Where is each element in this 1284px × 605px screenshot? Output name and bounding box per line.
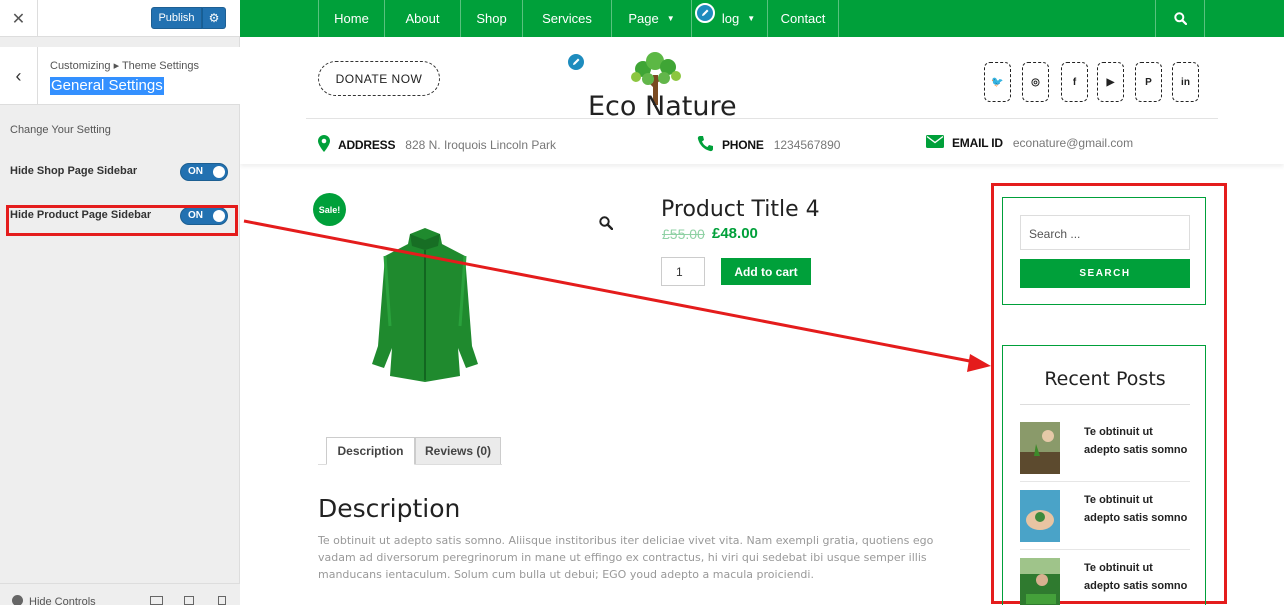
post-title: Te obtinuit ut adepto satis somno	[1084, 559, 1194, 595]
nav-label: Page	[628, 11, 659, 26]
gear-icon[interactable]: ⚙	[202, 7, 226, 29]
nav-item-page[interactable]: Page ▼	[611, 0, 691, 37]
hide-controls-label: Hide Controls	[29, 596, 96, 605]
product-image[interactable]	[370, 226, 480, 386]
address-value: 828 N. Iroquois Lincoln Park	[405, 138, 557, 152]
post-title-line: Te obtinuit ut	[1084, 426, 1153, 438]
main-navigation: Home About Shop Services Page ▼ log ▼ Cont…	[240, 0, 1284, 37]
nav-label: Home	[334, 11, 369, 26]
twitter-icon[interactable]: 🐦	[984, 62, 1011, 102]
pinterest-icon[interactable]: P	[1135, 62, 1162, 102]
nav-item-shop[interactable]: Shop	[460, 0, 522, 37]
post-title-line: adepto satis somno	[1084, 444, 1188, 456]
post-thumbnail	[1020, 558, 1060, 605]
site-logo[interactable]: Eco Nature	[588, 47, 788, 122]
list-item[interactable]: Te obtinuit ut adepto satis somno	[1020, 414, 1190, 482]
map-pin-icon	[318, 135, 330, 155]
linkedin-icon[interactable]: in	[1172, 62, 1199, 102]
description-text: Te obtinuit ut adepto satis somno. Aliis…	[318, 534, 934, 581]
post-title-line: Te obtinuit ut	[1084, 562, 1153, 574]
phone-label: PHONE	[722, 138, 764, 152]
list-item[interactable]: Te obtinuit ut adepto satis somno	[1020, 550, 1190, 605]
nav-label: About	[405, 11, 440, 26]
youtube-icon[interactable]: ▶	[1097, 62, 1124, 102]
nav-item-services[interactable]: Services	[522, 0, 611, 37]
price-old: £55.00	[662, 226, 705, 242]
tab-reviews[interactable]: Reviews (0)	[415, 437, 501, 465]
post-title: Te obtinuit ut adepto satis somno	[1084, 423, 1194, 459]
quantity-input[interactable]: 1	[661, 257, 705, 286]
search-input[interactable]: Search ...	[1020, 215, 1190, 250]
divider	[1020, 404, 1190, 405]
site-preview: Home About Shop Services Page ▼ log ▼ Cont…	[240, 0, 1284, 605]
list-item[interactable]: Te obtinuit ut adepto satis somno	[1020, 482, 1190, 550]
nav-label: log	[721, 11, 740, 26]
edit-shortcut-icon[interactable]	[695, 3, 715, 23]
toggle-state: ON	[188, 166, 203, 177]
collapse-icon	[12, 595, 23, 605]
breadcrumb: Customizing ▸ Theme Settings	[50, 60, 199, 72]
instagram-icon[interactable]: ◎	[1022, 62, 1049, 102]
search-icon[interactable]	[1155, 0, 1205, 37]
nav-label: Shop	[476, 11, 507, 26]
donate-button[interactable]: DONATE NOW	[318, 61, 440, 96]
toggle-knob	[213, 166, 225, 178]
chevron-down-icon: ▼	[747, 14, 756, 23]
hide-controls-button[interactable]: Hide Controls	[12, 595, 96, 605]
publish-button[interactable]: Publish	[151, 7, 202, 29]
phone-icon	[697, 135, 714, 155]
description-heading: Description	[318, 494, 461, 523]
facebook-icon[interactable]: f	[1061, 62, 1088, 102]
recent-posts-title: Recent Posts	[1044, 368, 1166, 390]
chevron-left-icon[interactable]: ‹	[0, 47, 38, 105]
email-label: EMAIL ID	[952, 136, 1003, 150]
section-header: ‹ Customizing ▸ Theme Settings General S…	[0, 47, 240, 105]
product-title: Product Title 4	[661, 197, 820, 222]
post-thumbnail	[1020, 422, 1060, 474]
site-header: DONATE NOW Eco Nature 🐦 ◎ f ▶ P in ADDRE…	[240, 37, 1284, 164]
nav-item-about[interactable]: About	[384, 0, 460, 37]
chevron-down-icon: ▼	[666, 14, 675, 23]
price-new: £48.00	[712, 225, 758, 242]
desktop-icon[interactable]	[150, 596, 163, 605]
nav-label: Services	[542, 11, 592, 26]
shop-sidebar-toggle[interactable]: ON	[180, 163, 228, 181]
customizer-footer: Hide Controls	[0, 583, 240, 605]
search-button[interactable]: SEARCH	[1020, 259, 1190, 288]
add-to-cart-button[interactable]: Add to cart	[721, 258, 811, 285]
email-info: EMAIL ID econature@gmail.com	[926, 135, 1133, 151]
divider	[306, 118, 1218, 119]
section-title: General Settings	[50, 77, 164, 95]
search-widget: Search ... SEARCH	[1002, 197, 1206, 305]
highlight-box	[6, 205, 238, 236]
setting-label-shop-sidebar: Hide Shop Page Sidebar	[10, 165, 138, 177]
recent-posts-widget: Recent Posts Te obtinuit ut adepto satis …	[1002, 345, 1206, 605]
post-thumbnail	[1020, 490, 1060, 542]
envelope-icon	[926, 135, 944, 151]
address-label: ADDRESS	[338, 138, 396, 152]
phone-info: PHONE 1234567890	[697, 135, 840, 155]
edit-shortcut-icon[interactable]	[566, 52, 586, 72]
post-title-line: adepto satis somno	[1084, 512, 1188, 524]
section-description: Change Your Setting	[10, 124, 111, 136]
close-icon[interactable]: ✕	[0, 0, 38, 37]
tab-description[interactable]: Description	[326, 437, 415, 465]
customizer-panel: ✕ Publish ⚙ ‹ Customizing ▸ Theme Settin…	[0, 0, 240, 605]
post-title-line: Te obtinuit ut	[1084, 494, 1153, 506]
nav-item-contact[interactable]: Contact	[767, 0, 839, 37]
customizer-header: ✕ Publish ⚙	[0, 0, 240, 37]
mobile-icon[interactable]	[218, 596, 226, 605]
zoom-icon[interactable]	[599, 216, 614, 233]
post-title-line: adepto satis somno	[1084, 580, 1188, 592]
post-title: Te obtinuit ut adepto satis somno	[1084, 491, 1194, 527]
tablet-icon[interactable]	[184, 596, 194, 605]
sale-badge: Sale!	[313, 193, 346, 226]
address-info: ADDRESS 828 N. Iroquois Lincoln Park	[318, 135, 556, 155]
nav-item-home[interactable]: Home	[318, 0, 384, 37]
customizer-screen: { "customizer": { "close_icon": "close-i…	[0, 0, 1284, 605]
phone-value: 1234567890	[773, 138, 841, 152]
nav-label: Contact	[780, 11, 826, 26]
email-value: econature@gmail.com	[1012, 136, 1134, 150]
